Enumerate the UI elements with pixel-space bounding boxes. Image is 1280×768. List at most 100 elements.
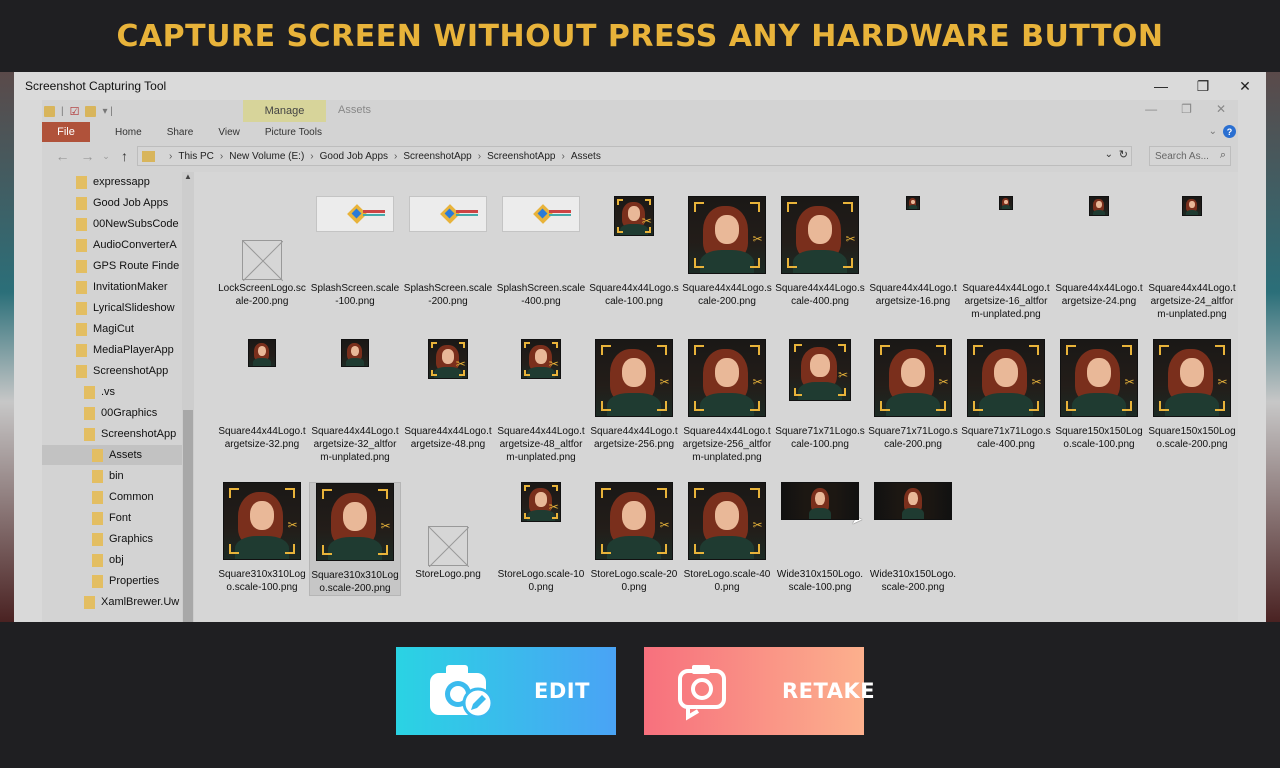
forward-arrow-icon[interactable]: →	[75, 148, 100, 164]
portrait-thumbnail	[248, 339, 276, 367]
file-tile[interactable]: ✂ Square310x310Logo.scale-200.png	[309, 482, 401, 596]
chevron-down-icon[interactable]: ⌄	[1105, 149, 1113, 160]
file-tile[interactable]: ✂ Square44x44Logo.targetsize-48_altform-u…	[495, 339, 587, 464]
file-tile[interactable]: ✂ Square44x44Logo.targetsize-48.png	[402, 339, 494, 451]
refresh-icon[interactable]: ↻	[1119, 148, 1128, 161]
file-tile[interactable]: LockScreenLogo.scale-200.png	[216, 196, 308, 308]
folder-icon[interactable]	[44, 105, 55, 117]
file-tile[interactable]: ✂ StoreLogo.scale-400.png	[681, 482, 773, 594]
breadcrumb-screenshotapp-inner[interactable]: ScreenshotApp	[487, 151, 555, 162]
file-tile[interactable]: Square44x44Logo.targetsize-32_altform-un…	[309, 339, 401, 464]
tab-picture-tools[interactable]: Picture Tools	[265, 127, 322, 138]
restore-icon[interactable]: ❐	[1181, 102, 1192, 116]
file-tile[interactable]: ✂ Square44x44Logo.targetsize-256_altform-…	[681, 339, 773, 464]
app-screen: CAPTURE SCREEN WITHOUT PRESS ANY HARDWAR…	[0, 0, 1280, 768]
new-folder-icon[interactable]	[85, 105, 97, 117]
tree-item[interactable]: MagiCut	[42, 319, 182, 339]
tree-item[interactable]: .vs	[42, 382, 182, 402]
navigation-tree: expressapp Good Job Apps 00NewSubsCode Audi…	[42, 172, 182, 622]
tree-item[interactable]: Assets	[42, 445, 182, 465]
tree-item[interactable]: MediaPlayerApp	[42, 340, 182, 360]
tree-item[interactable]: AudioConverterA	[42, 235, 182, 255]
tree-scrollbar[interactable]: ▲	[182, 172, 194, 622]
file-tile[interactable]: ✂ StoreLogo.scale-200.png	[588, 482, 680, 594]
file-tile[interactable]: ✂ Square71x71Logo.scale-200.png	[867, 339, 959, 451]
breadcrumb[interactable]: › This PC › New Volume (E:) › Good Job A…	[137, 146, 1132, 166]
file-name: Square44x44Logo.targetsize-32_altform-un…	[311, 426, 399, 463]
tree-item[interactable]: Font	[42, 508, 182, 528]
breadcrumb-good-job-apps[interactable]: Good Job Apps	[320, 151, 388, 162]
minimize-icon[interactable]: —	[1145, 102, 1157, 116]
tree-item[interactable]: XamlBrewer.Uw	[42, 592, 182, 612]
file-tile[interactable]: SplashScreen.scale-400.png	[495, 196, 587, 308]
breadcrumb-new-volume[interactable]: New Volume (E:)	[229, 151, 304, 162]
file-tile[interactable]: Square44x44Logo.targetsize-32.png	[216, 339, 308, 451]
tree-item[interactable]: Good Job Apps	[42, 193, 182, 213]
close-icon[interactable]: ✕	[1216, 102, 1226, 116]
tree-item[interactable]: Properties	[42, 571, 182, 591]
file-tile[interactable]: ✂ Square44x44Logo.targetsize-256.png	[588, 339, 680, 451]
file-tile[interactable]: ✂ Square44x44Logo.scale-400.png	[774, 196, 866, 308]
file-tile[interactable]: ✂ Square44x44Logo.scale-100.png	[588, 196, 680, 308]
file-tile[interactable]: Wide310x150Logo.scale-200.png	[867, 482, 959, 594]
tree-item[interactable]: GPS Route Finde	[42, 256, 182, 276]
tree-item[interactable]: 00NewSubsCode	[42, 214, 182, 234]
help-icon[interactable]: ?	[1223, 125, 1236, 138]
maximize-button[interactable]: ❐	[1182, 72, 1224, 100]
portrait-thumbnail: ✂	[1153, 339, 1231, 417]
properties-check-icon[interactable]: ☑	[70, 105, 80, 118]
file-tile[interactable]: Square44x44Logo.targetsize-16.png	[867, 196, 959, 308]
file-tile[interactable]: Wide310x150Logo.scale-100.png	[774, 482, 866, 594]
file-tile[interactable]: SplashScreen.scale-100.png	[309, 196, 401, 308]
recent-locations-icon[interactable]: ⌄	[100, 151, 112, 162]
tree-item[interactable]: 00Graphics	[42, 403, 182, 423]
tree-item-label: Font	[109, 512, 132, 524]
file-tile[interactable]: ✂ Square71x71Logo.scale-100.png	[774, 339, 866, 451]
file-tile[interactable]: ✂ Square310x310Logo.scale-100.png	[216, 482, 308, 594]
tab-share[interactable]: Share	[167, 127, 194, 138]
tree-item[interactable]: LyricalSlideshow	[42, 298, 182, 318]
file-name: Square44x44Logo.scale-100.png	[589, 283, 679, 307]
tab-view[interactable]: View	[218, 127, 240, 138]
minimize-button[interactable]: —	[1140, 72, 1182, 100]
tree-item[interactable]: Graphics	[42, 529, 182, 549]
scrollbar-thumb[interactable]	[183, 410, 193, 622]
tree-item[interactable]: ScreenshotApp	[42, 424, 182, 444]
file-tile[interactable]: Square44x44Logo.targetsize-24.png	[1053, 196, 1145, 308]
tree-item[interactable]: Common	[42, 487, 182, 507]
customize-toolbar-icon[interactable]: ▾ |	[102, 106, 112, 117]
file-tile[interactable]: ✂ Square150x150Logo.scale-100.png	[1053, 339, 1145, 451]
expand-ribbon-icon[interactable]: ⌄	[1209, 126, 1217, 137]
file-tile[interactable]: ✂ StoreLogo.scale-100.png	[495, 482, 587, 594]
search-input[interactable]: Search As... ⌕	[1149, 146, 1231, 166]
file-tile[interactable]: StoreLogo.png	[402, 482, 494, 581]
file-tile[interactable]: ✂ Square44x44Logo.scale-200.png	[681, 196, 773, 308]
file-thumbnail-area: ✂	[588, 339, 680, 423]
close-button[interactable]: ✕	[1224, 72, 1266, 100]
tree-item[interactable]: InvitationMaker	[42, 277, 182, 297]
breadcrumb-separator: ›	[561, 150, 565, 162]
tab-manage[interactable]: Manage	[243, 100, 326, 122]
breadcrumb-this-pc[interactable]: This PC	[178, 151, 214, 162]
retake-button[interactable]: RETAKE	[644, 647, 875, 735]
file-tile[interactable]: ✂ Square71x71Logo.scale-400.png	[960, 339, 1052, 451]
tree-item[interactable]: obj	[42, 550, 182, 570]
up-arrow-icon[interactable]: ↑	[112, 148, 137, 164]
file-tile[interactable]: Square44x44Logo.targetsize-16_altform-un…	[960, 196, 1052, 321]
back-arrow-icon[interactable]: ←	[50, 148, 75, 164]
tab-file[interactable]: File	[42, 122, 90, 142]
portrait-thumbnail: ✂	[614, 196, 654, 236]
edit-button[interactable]: EDIT	[396, 647, 616, 735]
tree-item[interactable]: bin	[42, 466, 182, 486]
file-tile[interactable]: ✂ Square150x150Logo.scale-200.png	[1146, 339, 1238, 451]
tree-item[interactable]: expressapp	[42, 172, 182, 192]
breadcrumb-assets[interactable]: Assets	[571, 151, 601, 162]
tab-home[interactable]: Home	[115, 127, 142, 138]
file-tile[interactable]: SplashScreen.scale-200.png	[402, 196, 494, 308]
tree-item[interactable]: ScreenshotApp	[42, 361, 182, 381]
breadcrumb-screenshotapp[interactable]: ScreenshotApp	[403, 151, 471, 162]
file-tile[interactable]: Square44x44Logo.targetsize-24_altform-un…	[1146, 196, 1238, 321]
tree-item-label: bin	[109, 470, 124, 482]
file-name: StoreLogo.scale-200.png	[590, 569, 678, 593]
scroll-up-icon[interactable]: ▲	[182, 172, 194, 184]
